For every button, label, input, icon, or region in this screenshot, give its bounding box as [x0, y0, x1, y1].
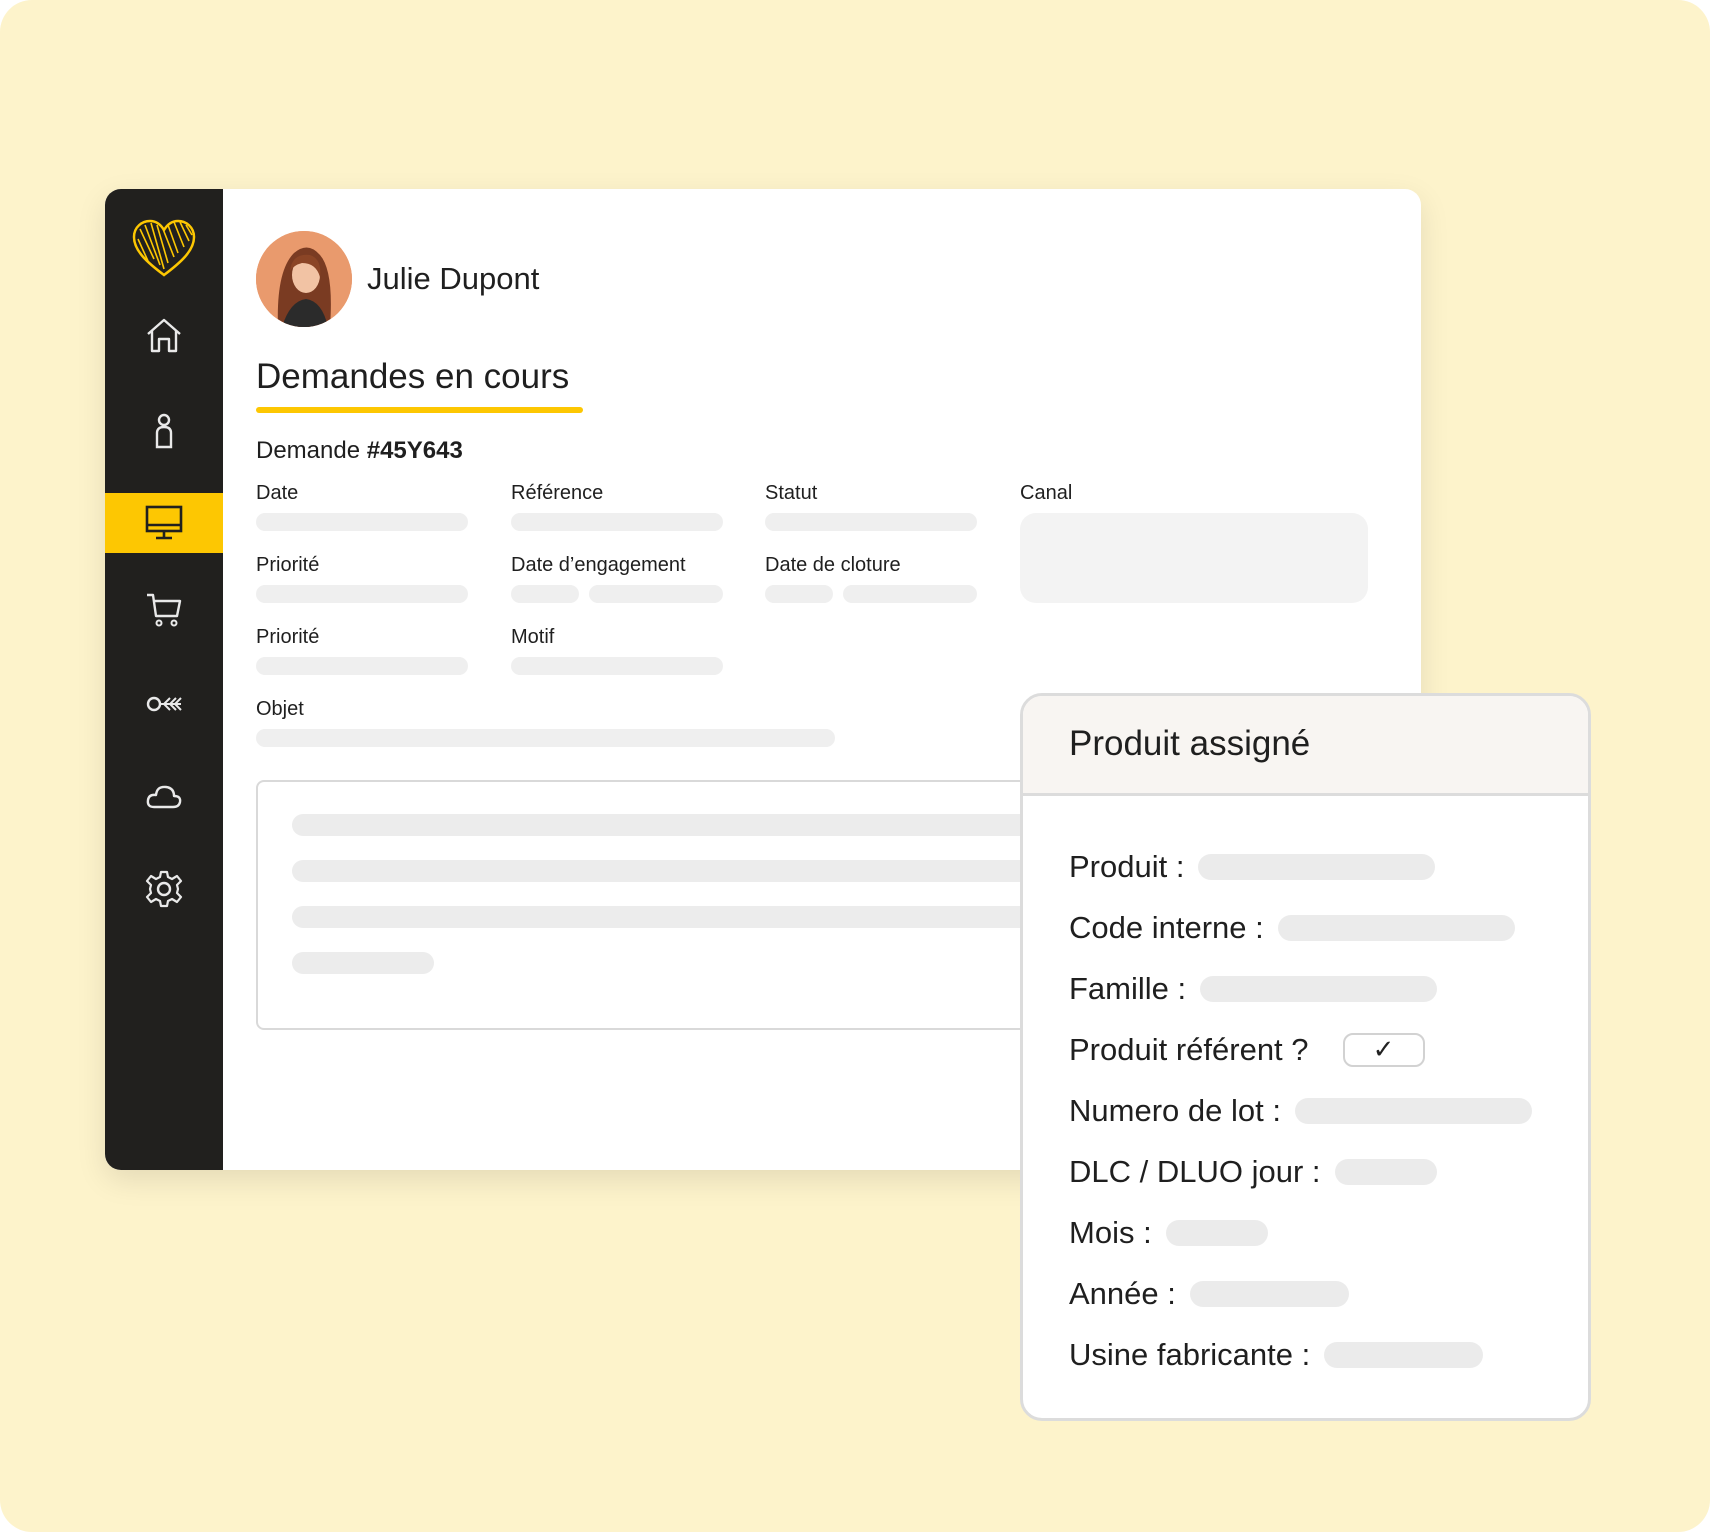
- card-header: Produit assigné: [1023, 696, 1588, 796]
- field-value-priorite-2[interactable]: [256, 657, 468, 675]
- label-produit: Produit :: [1069, 849, 1185, 884]
- label-famille: Famille :: [1069, 971, 1187, 1006]
- value-numero-lot[interactable]: [1294, 1098, 1532, 1124]
- value-code-interne[interactable]: [1277, 915, 1515, 941]
- referent-checkbox[interactable]: ✓: [1342, 1033, 1425, 1067]
- user-name: Julie Dupont: [367, 261, 540, 296]
- field-value-statut[interactable]: [765, 513, 977, 531]
- value-produit[interactable]: [1198, 854, 1436, 880]
- sidebar-item-user[interactable]: [105, 401, 223, 461]
- field-value-date-cloture-rest[interactable]: [843, 585, 977, 603]
- label-dlc: DLC / DLUO jour :: [1069, 1154, 1321, 1189]
- value-famille[interactable]: [1200, 976, 1438, 1002]
- field-label-motif: Motif: [511, 626, 555, 648]
- request-heading: Demande #45Y643: [256, 437, 463, 465]
- value-annee[interactable]: [1189, 1281, 1349, 1307]
- monitor-icon: [145, 505, 183, 540]
- field-label-priorite: Priorité: [256, 554, 320, 576]
- card-title: Produit assigné: [1069, 724, 1311, 763]
- home-icon: [147, 318, 181, 353]
- row-numero-lot: Numero de lot :: [1069, 1091, 1532, 1131]
- value-dlc[interactable]: [1334, 1159, 1437, 1185]
- field-label-date-engagement: Date d’engagement: [511, 554, 686, 576]
- value-mois[interactable]: [1165, 1220, 1268, 1246]
- field-label-reference: Référence: [511, 482, 604, 504]
- sidebar: [105, 189, 223, 1170]
- sidebar-item-settings[interactable]: [105, 859, 223, 919]
- row-dlc: DLC / DLUO jour :: [1069, 1152, 1437, 1192]
- field-value-priorite[interactable]: [256, 585, 468, 603]
- check-icon: ✓: [1372, 1035, 1395, 1065]
- label-numero-lot: Numero de lot :: [1069, 1093, 1281, 1128]
- heart-logo-icon: [130, 219, 198, 277]
- request-prefix: Demande: [256, 437, 361, 464]
- label-usine: Usine fabricante :: [1069, 1337, 1311, 1372]
- label-mois: Mois :: [1069, 1215, 1152, 1250]
- field-value-date-engagement-rest[interactable]: [589, 585, 723, 603]
- text-line: [292, 952, 434, 974]
- row-usine: Usine fabricante :: [1069, 1335, 1484, 1375]
- field-label-date: Date: [256, 482, 299, 504]
- row-famille: Famille :: [1069, 969, 1438, 1009]
- row-code-interne: Code interne :: [1069, 908, 1515, 948]
- cloud-icon: [146, 785, 182, 809]
- field-value-date[interactable]: [256, 513, 468, 531]
- gear-icon: [145, 870, 183, 908]
- avatar[interactable]: [256, 231, 352, 327]
- sidebar-item-key[interactable]: [105, 674, 223, 734]
- field-value-reference[interactable]: [511, 513, 723, 531]
- sidebar-item-monitor[interactable]: [105, 493, 223, 553]
- row-produit-referent: Produit référent ? ✓: [1069, 1030, 1425, 1070]
- row-produit: Produit :: [1069, 847, 1436, 887]
- field-value-canal[interactable]: [1020, 513, 1368, 603]
- section-title-underline: [256, 407, 583, 413]
- key-icon: [146, 696, 182, 712]
- field-label-date-cloture: Date de cloture: [765, 554, 901, 576]
- field-value-objet[interactable]: [256, 729, 835, 747]
- row-mois: Mois :: [1069, 1213, 1268, 1253]
- assigned-product-card: Produit assigné Produit : Code interne :…: [1020, 693, 1591, 1421]
- user-icon: [155, 413, 173, 449]
- row-annee: Année :: [1069, 1274, 1349, 1314]
- section-title: Demandes en cours: [256, 357, 570, 396]
- value-usine[interactable]: [1324, 1342, 1484, 1368]
- cart-icon: [147, 593, 182, 627]
- field-value-motif[interactable]: [511, 657, 723, 675]
- field-label-objet: Objet: [256, 698, 304, 720]
- sidebar-item-cart[interactable]: [105, 579, 223, 639]
- field-label-canal: Canal: [1020, 482, 1073, 504]
- label-code-interne: Code interne :: [1069, 910, 1264, 945]
- request-id: #45Y643: [366, 437, 463, 464]
- sidebar-item-cloud[interactable]: [105, 767, 223, 827]
- sidebar-item-home[interactable]: [105, 305, 223, 365]
- field-label-statut: Statut: [765, 482, 818, 504]
- label-produit-referent: Produit référent ?: [1069, 1032, 1309, 1067]
- label-annee: Année :: [1069, 1276, 1176, 1311]
- field-value-date-cloture-day[interactable]: [765, 585, 833, 603]
- field-value-date-engagement-day[interactable]: [511, 585, 579, 603]
- field-label-priorite-2: Priorité: [256, 626, 320, 648]
